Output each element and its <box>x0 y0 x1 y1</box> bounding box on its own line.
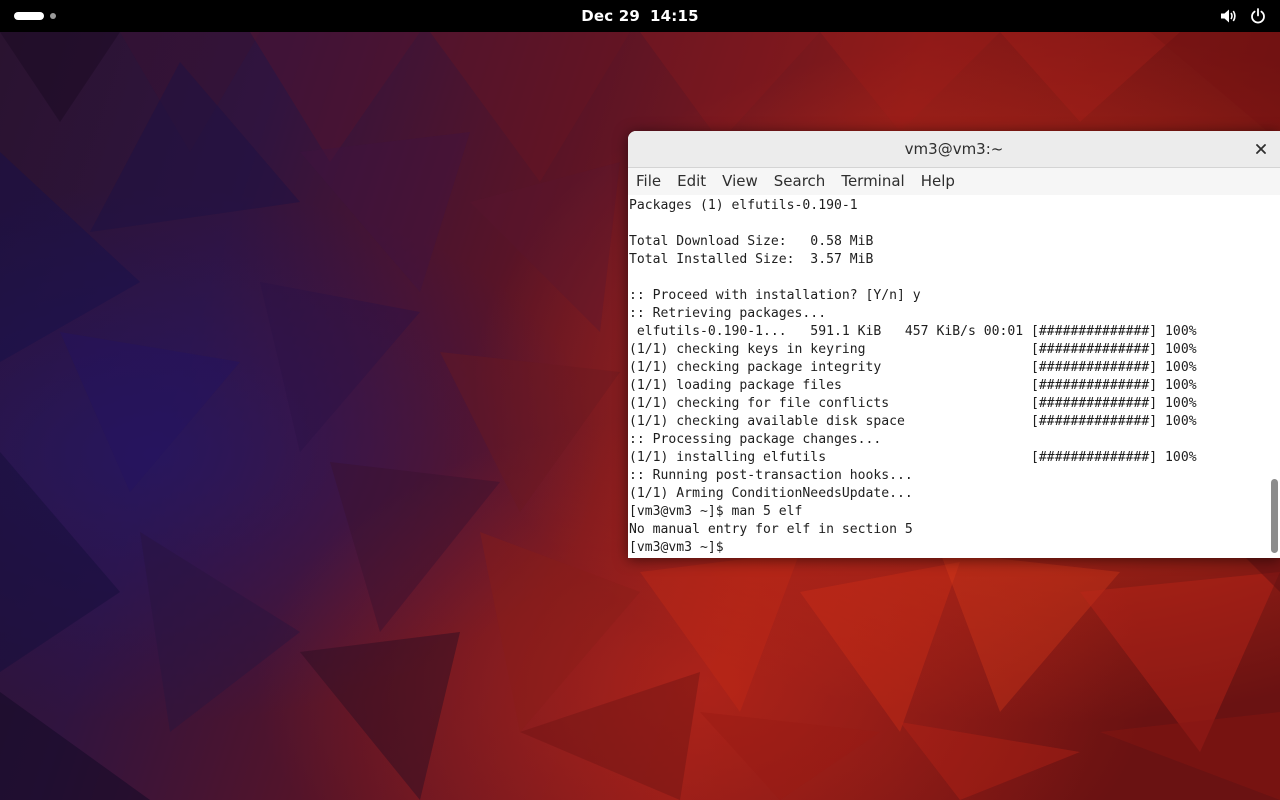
terminal-scrollbar[interactable] <box>1268 195 1280 558</box>
menu-search[interactable]: Search <box>766 168 834 195</box>
menu-help[interactable]: Help <box>913 168 963 195</box>
menu-edit[interactable]: Edit <box>669 168 714 195</box>
close-icon <box>1256 144 1266 154</box>
power-icon[interactable] <box>1250 8 1266 24</box>
terminal-prompt-line: [vm3@vm3 ~]$ <box>629 540 732 555</box>
workspace-indicator <box>50 13 56 19</box>
terminal-line: elfutils-0.190-1... 591.1 KiB 457 KiB/s … <box>629 324 1197 339</box>
menu-terminal[interactable]: Terminal <box>833 168 912 195</box>
close-button[interactable] <box>1250 138 1272 160</box>
terminal-window[interactable]: vm3@vm3:~ File Edit View Search Terminal… <box>628 131 1280 558</box>
terminal-line: Total Installed Size: 3.57 MiB <box>629 252 874 267</box>
terminal-line: [vm3@vm3 ~]$ man 5 elf <box>629 504 803 519</box>
terminal-line: Total Download Size: 0.58 MiB <box>629 234 874 249</box>
terminal-line: No manual entry for elf in section 5 <box>629 522 913 537</box>
activities-button[interactable] <box>14 11 56 21</box>
clock-date: Dec 29 <box>581 7 641 25</box>
scrollbar-thumb[interactable] <box>1271 479 1278 553</box>
terminal-line: Packages (1) elfutils-0.190-1 <box>629 198 858 213</box>
terminal-line: :: Retrieving packages... <box>629 306 827 321</box>
terminal-line: (1/1) checking available disk space [###… <box>629 414 1197 429</box>
terminal-line: (1/1) Arming ConditionNeedsUpdate... <box>629 486 913 501</box>
clock-time: 14:15 <box>650 7 699 25</box>
active-workspace-indicator <box>14 12 44 20</box>
menu-view[interactable]: View <box>714 168 766 195</box>
menu-file[interactable]: File <box>628 168 669 195</box>
window-title: vm3@vm3:~ <box>904 140 1004 158</box>
terminal-line: :: Proceed with installation? [Y/n] y <box>629 288 921 303</box>
window-titlebar[interactable]: vm3@vm3:~ <box>628 131 1280 168</box>
terminal-line: (1/1) checking for file conflicts [#####… <box>629 396 1197 411</box>
terminal-line: (1/1) checking package integrity [######… <box>629 360 1197 375</box>
terminal-line: :: Processing package changes... <box>629 432 882 447</box>
terminal-line: (1/1) loading package files [###########… <box>629 378 1197 393</box>
terminal-line: (1/1) installing elfutils [#############… <box>629 450 1197 465</box>
terminal-line: :: Running post-transaction hooks... <box>629 468 913 483</box>
clock[interactable]: Dec 29 14:15 <box>0 0 1280 32</box>
volume-icon[interactable] <box>1220 8 1238 24</box>
terminal-line: (1/1) checking keys in keyring [########… <box>629 342 1197 357</box>
menu-bar: File Edit View Search Terminal Help <box>628 168 1280 195</box>
top-bar: Dec 29 14:15 <box>0 0 1280 32</box>
system-tray[interactable] <box>1220 0 1266 32</box>
terminal-output[interactable]: Packages (1) elfutils-0.190-1 Total Down… <box>628 195 1268 558</box>
